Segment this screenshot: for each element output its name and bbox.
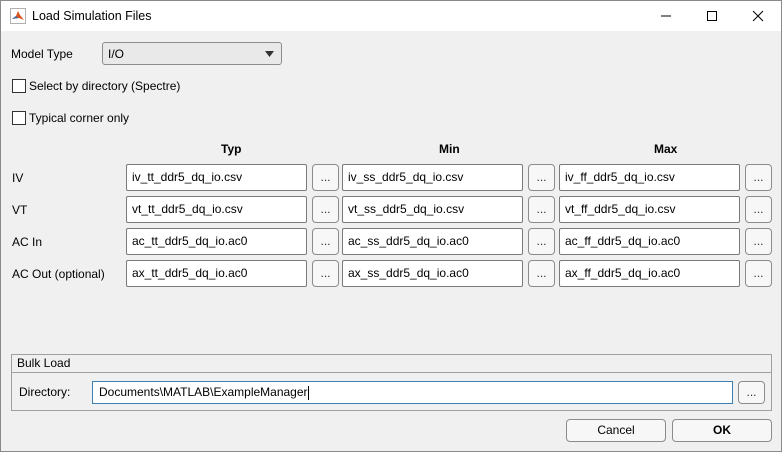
ac-out-min-field[interactable]: ax_ss_ddr5_dq_io.ac0 <box>342 260 523 287</box>
iv-min-field[interactable]: iv_ss_ddr5_dq_io.csv <box>342 164 523 191</box>
bulk-load-title: Bulk Load <box>12 355 771 373</box>
vt-max-browse-button[interactable]: ... <box>745 196 772 223</box>
column-header-max: Max <box>654 142 678 156</box>
iv-max-browse-button[interactable]: ... <box>745 164 772 191</box>
model-type-dropdown[interactable]: I/O <box>102 42 282 65</box>
ac-in-max-field[interactable]: ac_ff_ddr5_dq_io.ac0 <box>559 228 740 255</box>
row-label-ac-out: AC Out (optional) <box>12 267 105 281</box>
column-header-min: Min <box>439 142 460 156</box>
ok-button[interactable]: OK <box>672 419 772 442</box>
chevron-down-icon <box>265 51 274 57</box>
maximize-icon <box>707 11 717 21</box>
iv-max-field[interactable]: iv_ff_ddr5_dq_io.csv <box>559 164 740 191</box>
row-label-vt: VT <box>12 203 28 217</box>
cancel-button[interactable]: Cancel <box>566 419 666 442</box>
ac-in-min-browse-button[interactable]: ... <box>528 228 555 255</box>
minimize-button[interactable] <box>643 1 689 31</box>
model-type-value: I/O <box>108 47 125 61</box>
iv-min-browse-button[interactable]: ... <box>528 164 555 191</box>
close-button[interactable] <box>735 1 781 31</box>
directory-browse-button[interactable]: ... <box>738 381 765 404</box>
ac-out-max-field[interactable]: ax_ff_ddr5_dq_io.ac0 <box>559 260 740 287</box>
directory-value: Documents\MATLAB\ExampleManager <box>99 385 308 399</box>
typical-corner-only-checkbox[interactable] <box>12 111 26 125</box>
iv-typ-browse-button[interactable]: ... <box>312 164 339 191</box>
column-header-typ: Typ <box>221 142 242 156</box>
text-cursor <box>307 385 309 400</box>
vt-typ-field[interactable]: vt_tt_ddr5_dq_io.csv <box>126 196 307 223</box>
vt-typ-browse-button[interactable]: ... <box>312 196 339 223</box>
ac-out-typ-browse-button[interactable]: ... <box>312 260 339 287</box>
minimize-icon <box>661 15 671 17</box>
maximize-button[interactable] <box>689 1 735 31</box>
title-bar: Load Simulation Files <box>1 1 781 31</box>
matlab-icon <box>10 8 26 24</box>
ac-in-typ-field[interactable]: ac_tt_ddr5_dq_io.ac0 <box>126 228 307 255</box>
row-label-iv: IV <box>12 171 24 185</box>
select-by-directory-label: Select by directory (Spectre) <box>29 79 181 93</box>
ac-in-min-field[interactable]: ac_ss_ddr5_dq_io.ac0 <box>342 228 523 255</box>
ac-in-max-browse-button[interactable]: ... <box>745 228 772 255</box>
directory-label: Directory: <box>19 385 71 399</box>
ac-in-typ-browse-button[interactable]: ... <box>312 228 339 255</box>
window-title: Load Simulation Files <box>32 9 152 23</box>
load-simulation-files-dialog: Load Simulation Files Model Type I/O Sel… <box>0 0 782 452</box>
directory-input[interactable]: Documents\MATLAB\ExampleManager <box>92 381 733 404</box>
select-by-directory-checkbox[interactable] <box>12 79 26 93</box>
vt-min-field[interactable]: vt_ss_ddr5_dq_io.csv <box>342 196 523 223</box>
model-type-label: Model Type <box>11 47 73 61</box>
iv-typ-field[interactable]: iv_tt_ddr5_dq_io.csv <box>126 164 307 191</box>
vt-max-field[interactable]: vt_ff_ddr5_dq_io.csv <box>559 196 740 223</box>
ac-out-min-browse-button[interactable]: ... <box>528 260 555 287</box>
close-icon <box>752 10 764 22</box>
row-label-ac-in: AC In <box>12 235 43 249</box>
ac-out-max-browse-button[interactable]: ... <box>745 260 772 287</box>
vt-min-browse-button[interactable]: ... <box>528 196 555 223</box>
typical-corner-only-label: Typical corner only <box>29 111 130 125</box>
ac-out-typ-field[interactable]: ax_tt_ddr5_dq_io.ac0 <box>126 260 307 287</box>
